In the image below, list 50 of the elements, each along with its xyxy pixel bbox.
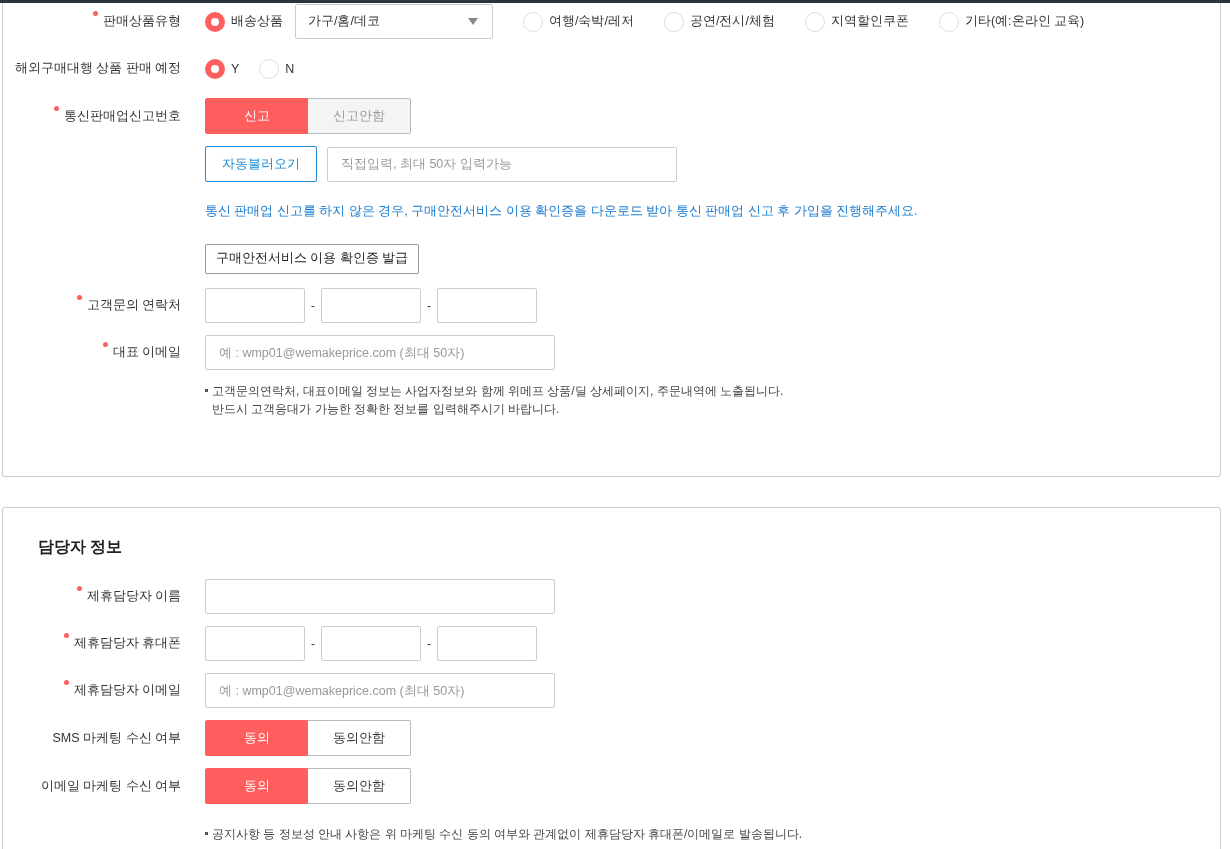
separator-text: - [427,636,431,651]
radio-option[interactable]: 배송상품 [205,11,283,32]
radio-icon[interactable] [523,11,543,32]
text-input-field[interactable]: 직접입력, 최대 50자 입력가능 [327,146,677,182]
toggle-option-button[interactable]: 동의안함 [308,720,411,756]
notice-text: 통신 판매업 신고를 하지 않은 경우, 구매안전서비스 이용 확인증을 다운로드 받아 통신 판매업 신고 후 가입을 진행해주세요. [205,203,918,220]
field-label: 제휴담당자 휴대폰 [73,635,181,652]
phone-input-field[interactable] [437,288,537,323]
radio-option[interactable]: Y [205,58,240,79]
field-label: 고객문의 연락처 [86,297,181,314]
radio-icon[interactable] [804,11,825,32]
separator-text: - [311,636,315,651]
bullet-icon [205,831,208,835]
field-label: 이메일 마케팅 수신 여부 [40,777,181,795]
phone-input-field[interactable] [437,626,537,661]
radio-option[interactable]: 공연/전시/체험 [663,11,775,32]
phone-input-field[interactable] [205,626,305,661]
radio-icon[interactable] [205,11,225,32]
field-label: 제휴담당자 이름 [86,588,181,605]
auto-load-button[interactable]: 자동불러오기 [205,146,317,182]
toggle-option-button[interactable]: 동의안함 [308,768,411,804]
radio-icon[interactable] [259,58,280,79]
radio-icon[interactable] [938,11,959,32]
radio-icon[interactable] [205,58,225,79]
category-dropdown[interactable]: 가구/홈/데코 [295,4,493,39]
radio-option[interactable]: 기타(예:온라인 교육) [938,11,1085,32]
radio-option[interactable]: 지역할인쿠폰 [804,11,909,32]
field-label: SMS 마케팅 수신 여부 [52,729,181,747]
text-input-field[interactable]: 예 : wmp01@wemakeprice.com (최대 50자) [205,673,555,708]
text-input-field[interactable]: 예 : wmp01@wemakeprice.com (최대 50자) [205,335,555,370]
section-title: 담당자 정보 [38,537,124,557]
radio-option[interactable]: 여행/숙박/레저 [523,11,634,32]
field-label: 판매상품유형 [103,13,181,30]
note-text: 공지사항 등 정보성 안내 사항은 위 마케팅 수신 동의 여부와 관계없이 제휴담당자 휴대폰/이메일로 발송됩니다. [212,825,802,843]
radio-icon[interactable] [663,11,684,32]
phone-input-field[interactable] [205,288,305,323]
field-label: 대표 이메일 [112,344,181,361]
separator-text: - [427,298,431,313]
phone-input-field[interactable] [321,288,421,323]
separator-text: - [311,298,315,313]
radio-option[interactable]: N [259,58,295,79]
certificate-button[interactable]: 구매안전서비스 이용 확인증 발급 [205,243,420,274]
caret-icon [468,18,478,25]
field-label: 해외구매대행 상품 판매 예정 [14,60,181,77]
phone-input-field[interactable] [321,626,421,661]
bullet-icon [205,389,208,392]
field-label: 제휴담당자 이메일 [73,682,181,699]
text-input-field[interactable] [205,579,555,614]
field-label: 통신판매업신고번호 [64,107,181,125]
note-text: 고객문의연락처, 대표이메일 정보는 사업자정보와 함께 위메프 상품/딜 상세페이지, 주문내역에 노출됩니다. 반드시 고객응대가 가능한 정확한 정보를 입력해주시기 바랍니다. [212,383,784,418]
